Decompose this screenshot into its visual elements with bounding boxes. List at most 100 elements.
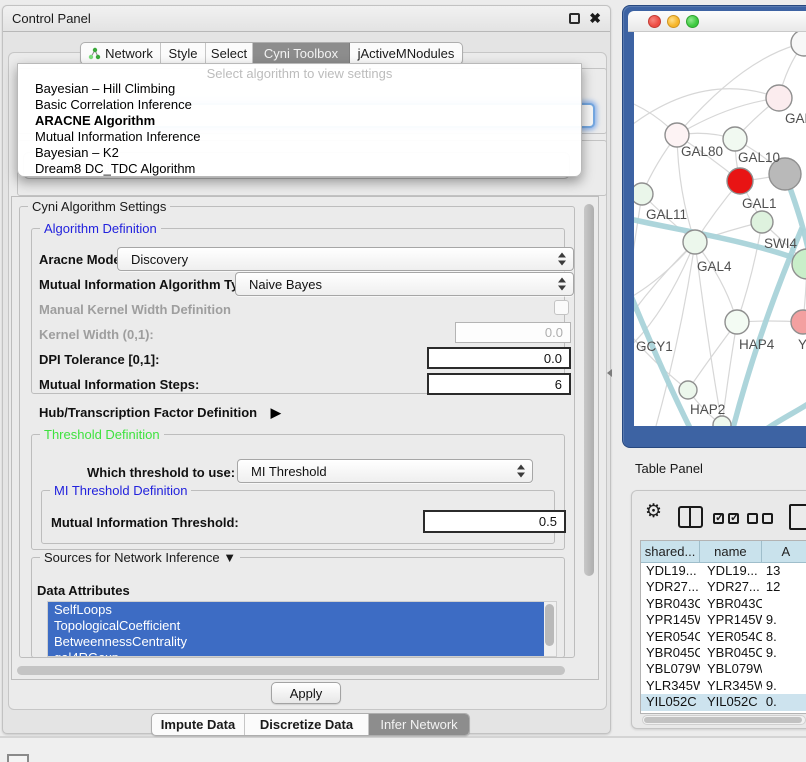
network-node-gal4[interactable] [683,230,707,254]
sources-group-toggle[interactable]: Sources for Network Inference ▼ [40,550,240,565]
tab-jactivemnodules[interactable]: jActiveMNodules [350,43,462,64]
table-row[interactable]: YER054CYER054C8. [641,629,806,645]
tab-label: Cyni Toolbox [264,46,338,61]
stepper-icon [558,278,566,291]
column-header[interactable]: A [762,541,806,563]
hub-definition-toggle[interactable]: Hub/Transcription Factor Definition ▶ [39,405,281,421]
algorithm-option[interactable]: Basic Correlation Inference [18,97,581,113]
which-threshold-select[interactable]: MI Threshold [237,459,533,483]
tab-style[interactable]: Style [161,43,206,64]
tab-impute-data[interactable]: Impute Data [152,714,245,735]
table-cell: YLR345W [641,678,700,694]
column-header[interactable]: shared... [641,541,700,563]
network-window-titlebar [628,11,806,32]
tab-discretize-data[interactable]: Discretize Data [245,714,369,735]
network-view-window: GALGAL80GAL10GAL1GAL11SWI4GAL4GCY1HAP4YH… [622,5,806,448]
settings-horizontal-scrollbar[interactable] [15,665,575,677]
table-row[interactable]: YDL19...YDL19...13 [641,563,806,579]
table-cell: YBL079W [641,661,700,677]
table-cell: 8. [762,629,806,645]
table-row[interactable]: YBR045CYBR045C9. [641,645,806,661]
attr-items: SelfLoopsTopologicalCoefficientBetweenne… [48,602,556,657]
split-divider-arrow-icon[interactable] [607,369,612,377]
network-node-hap4[interactable] [725,310,749,334]
network-node-y[interactable] [791,310,806,334]
table-row[interactable]: YIL052CYIL052C0. [641,694,806,710]
network-node-gal[interactable] [766,85,792,111]
node-label: GAL11 [646,207,687,222]
network-edge[interactable] [762,400,806,426]
attribute-item[interactable]: SelfLoops [48,602,546,618]
mi-threshold-input[interactable]: 0.5 [423,510,566,533]
gear-icon[interactable]: ⚙ [645,500,662,523]
column-header[interactable]: name [700,541,762,563]
algorithm-option[interactable]: Bayesian – K2 [18,145,581,161]
node-label: GAL4 [697,259,732,274]
table-cell: YBR043C [641,596,700,612]
network-node-hap2[interactable] [679,381,697,399]
algorithm-option[interactable]: Mutual Information Inference [18,129,581,145]
attribute-item[interactable]: BetweennessCentrality [48,634,546,650]
apply-button[interactable]: Apply [271,682,341,704]
network-edge[interactable] [695,242,737,322]
table-row[interactable]: YBL079WYBL079W [641,661,806,677]
table-row[interactable]: YDR27...YDR27...12 [641,579,806,595]
attribute-item[interactable]: TopologicalCoefficient [48,618,546,634]
kernel-width-input[interactable]: 0.0 [455,322,571,343]
algorithm-option[interactable]: Dream8 DC_TDC Algorithm [18,161,581,177]
manual-kernel-checkbox[interactable] [554,300,569,315]
cyni-mode-tabs: Impute Data Discretize Data Infer Networ… [151,713,470,736]
tab-infer-network[interactable]: Infer Network [369,714,469,735]
network-edge[interactable] [634,326,688,390]
table-row[interactable]: YBR043CYBR043C [641,596,806,612]
table-cell: YBR045C [641,645,700,661]
float-panel-icon[interactable] [569,13,580,24]
table-cell: YER054C [700,629,762,645]
dpi-tolerance-value: 0.0 [544,351,562,366]
dpi-tolerance-label: DPI Tolerance [0,1]: [39,352,159,367]
column-layout-icon[interactable] [678,506,703,528]
table-row[interactable]: YLR345WYLR345W9. [641,678,806,694]
network-node-gal1[interactable] [727,168,753,194]
network-edge[interactable] [634,194,642,272]
network-canvas[interactable]: GALGAL80GAL10GAL1GAL11SWI4GAL4GCY1HAP4YH… [634,32,806,426]
node-table[interactable]: shared...nameA YDL19...YDL19...13YDR27..… [640,540,806,714]
network-edge[interactable] [737,222,762,322]
close-button[interactable] [648,15,661,28]
node-label: GAL10 [738,150,780,165]
attribute-item[interactable]: gal4RGexp [48,650,546,657]
algorithm-option[interactable]: Bayesian – Hill Climbing [18,81,581,97]
select-all-icon[interactable] [713,513,739,524]
close-icon[interactable]: ✖ [589,13,601,24]
algorithm-option[interactable]: ARACNE Algorithm [18,113,581,129]
settings-vertical-scrollbar[interactable] [582,198,597,660]
data-attributes-list[interactable]: SelfLoopsTopologicalCoefficientBetweenne… [47,601,557,657]
new-table-icon[interactable] [789,504,806,530]
dpi-tolerance-input[interactable]: 0.0 [427,347,571,369]
network-node[interactable] [791,32,806,56]
network-edge[interactable] [634,89,779,127]
deselect-all-icon[interactable] [747,513,773,524]
table-row[interactable]: YPR145WYPR145W9. [641,612,806,628]
zoom-button[interactable] [686,15,699,28]
node-label: SWI4 [764,236,797,251]
table-horizontal-scrollbar[interactable] [642,715,806,725]
network-edge[interactable] [634,242,695,326]
attributes-scrollbar[interactable] [544,602,556,656]
network-node-gal11[interactable] [634,183,653,205]
table-cell: 0. [762,694,806,710]
aracne-mode-select[interactable]: Discovery [117,247,574,271]
table-cell: YDL19... [700,563,762,579]
network-node-swi4[interactable] [751,211,773,233]
network-node[interactable] [713,416,731,426]
control-panel-tabs: Network Style Select Cyni Toolbox jActiv… [80,42,463,65]
tab-cyni-toolbox[interactable]: Cyni Toolbox [253,43,350,64]
minimized-panel-icon[interactable] [7,754,29,762]
minimize-button[interactable] [667,15,680,28]
mi-steps-input[interactable]: 6 [427,373,571,395]
mi-type-select[interactable]: Naive Bayes [235,272,574,296]
tab-label: Select [211,46,247,61]
tab-select[interactable]: Select [206,43,253,64]
network-node-gal10[interactable] [723,127,747,151]
tab-network[interactable]: Network [81,43,161,64]
